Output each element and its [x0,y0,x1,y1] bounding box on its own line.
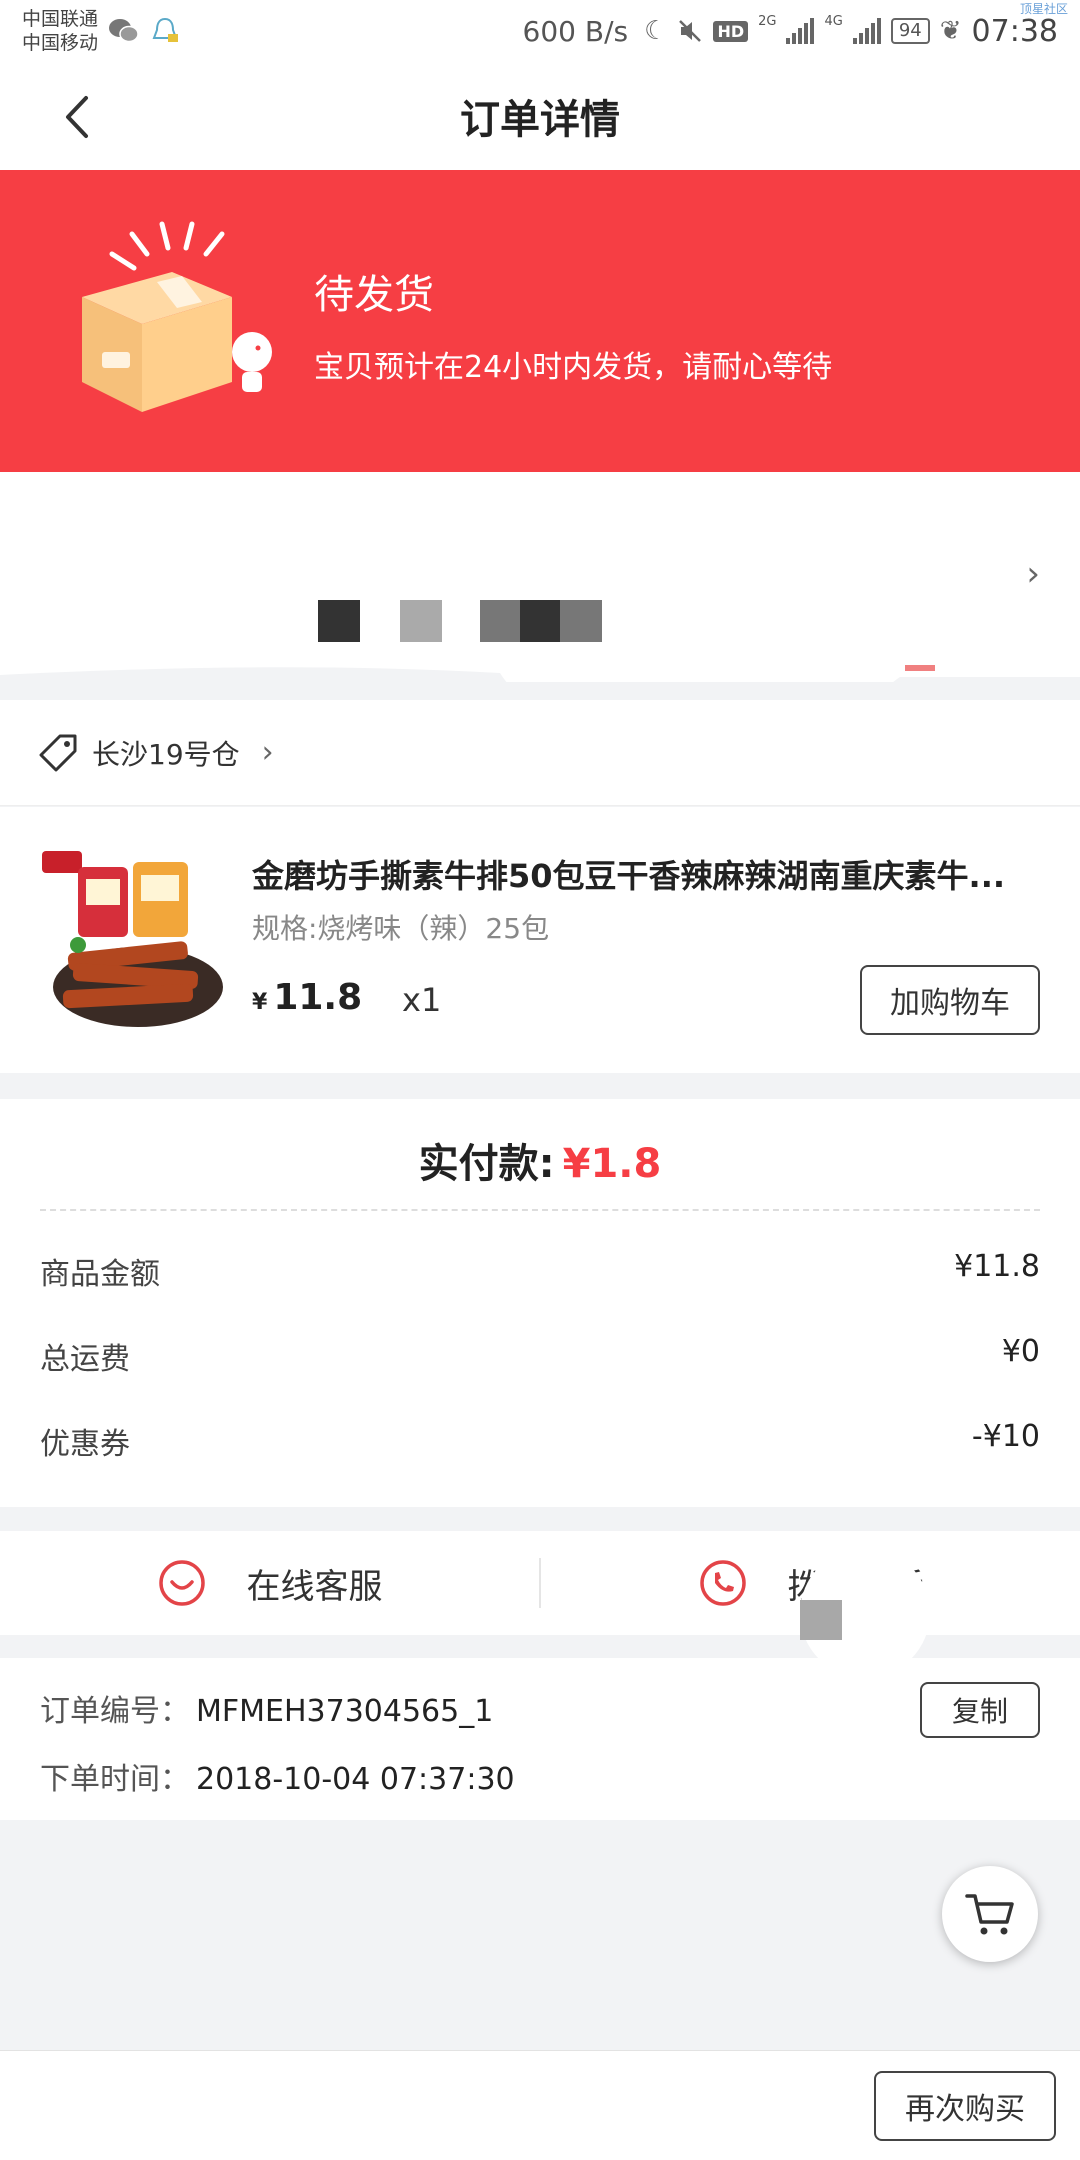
chat-bubble-icon [158,1560,205,1606]
order-time-value: 2018-10-04 07:37:30 [196,1762,515,1797]
mosaic-block [560,600,602,642]
signal-icon [786,18,815,44]
mosaic-block [520,600,560,642]
mute-icon [679,20,702,42]
qq-bell-icon [152,17,179,42]
moon-icon: ☾ [644,16,668,46]
page-title: 订单详情 [460,97,620,143]
pay-row-label: 总运费 [40,1342,130,1377]
net-4g-label: 4G [824,13,843,29]
order-number-value: MFMEH37304565_1 [196,1694,494,1729]
paid-label: 实付款: [418,1141,555,1187]
order-status-title: 待发货 [314,272,434,318]
order-time-label: 下单时间： [40,1762,190,1797]
order-info: 订单编号： MFMEH37304565_1 下单时间： 2018-10-04 07:… [0,1658,1080,1820]
chevron-right-icon[interactable]: › [1026,554,1040,594]
product-image[interactable] [38,847,228,1037]
battery-indicator: 94 [890,18,930,44]
pay-row-label: 商品金额 [40,1257,160,1292]
warehouse-label: 长沙19号仓 [92,737,240,771]
online-service-button[interactable]: 在线客服 [0,1531,539,1635]
back-icon[interactable] [58,92,98,142]
pay-row-goods: 商品金额 ¥11.8 [40,1249,1040,1293]
rebuy-button[interactable]: 再次购买 [874,2071,1056,2141]
status-bar: 中国联通 中国移动 600 B/s ☾ HD 2G 4G 94 ❦ 07:38 … [0,0,1080,62]
carrier-2: 中国移动 [22,32,99,54]
product-price: ¥11.8 [252,977,362,1018]
status-right: 600 B/s ☾ HD 2G 4G 94 ❦ 07:38 [523,14,1058,49]
carrier-info: 中国联通 中国移动 [22,7,98,55]
bottom-action-bar: 再次购买 [0,2050,1080,2160]
signal-icon-2 [852,18,881,44]
clock: 07:38 [971,13,1058,49]
network-speed: 600 B/s [522,14,629,48]
address-section[interactable]: › [0,472,1080,682]
add-to-cart-button[interactable]: 加购物车 [860,965,1040,1035]
net-2g-label: 2G [758,13,777,29]
payment-summary: 实付款: ¥1.8 商品金额 ¥11.8 总运费 ¥0 优惠券 -¥10 [0,1099,1080,1507]
mosaic-block [480,600,522,642]
carrier-1: 中国联通 [22,8,99,30]
pay-row-label: 优惠券 [40,1427,130,1462]
paid-amount: ¥1.8 [562,1141,662,1187]
order-number-label: 订单编号： [40,1694,190,1729]
phone-icon [699,1560,746,1606]
chevron-right-icon: › [261,735,274,770]
tag-icon [39,734,77,771]
pay-row-value: -¥10 [971,1419,1040,1454]
warehouse-row[interactable]: 长沙19号仓 › [0,700,1080,806]
pay-row-coupon: 优惠券 -¥10 [40,1419,1040,1463]
corner-tag: 顶星社区 [1019,2,1068,16]
pay-row-value: ¥0 [1001,1334,1040,1369]
order-time-row: 下单时间： 2018-10-04 07:37:30 [40,1754,515,1798]
order-number-row: 订单编号： MFMEH37304565_1 [40,1686,493,1730]
mosaic-block [318,600,360,642]
package-box-icon [82,221,272,412]
mosaic-block [800,1600,842,1640]
page-header: 订单详情 [0,62,1080,170]
leaf-icon: ❦ [939,16,962,46]
copy-order-number-button[interactable]: 复制 [920,1682,1040,1738]
wechat-icon [109,19,139,43]
price-value: 11.8 [273,977,363,1018]
dashed-divider [40,1209,1040,1211]
floating-cart-button[interactable] [942,1866,1038,1962]
pay-row-shipping: 总运费 ¥0 [40,1334,1040,1378]
product-quantity: x1 [402,981,442,1019]
shopping-cart-icon [965,1894,1014,1935]
mosaic-block [400,600,442,642]
hd-badge: HD [713,20,749,42]
product-card[interactable]: 金磨坊手撕素牛排50包豆干香辣麻辣湖南重庆素牛... 规格:烧烤味（辣）25包 … [0,807,1080,1073]
product-name[interactable]: 金磨坊手撕素牛排50包豆干香辣麻辣湖南重庆素牛... [252,851,1032,897]
status-left: 中国联通 中国移动 [22,7,180,55]
paid-total-row: 实付款: ¥1.8 [0,1131,1080,1189]
currency-symbol: ¥ [252,990,268,1015]
pay-row-value: ¥11.8 [954,1249,1040,1284]
status-banner: 待发货 宝贝预计在24小时内发货，请耐心等待 [0,170,1080,472]
online-service-label: 在线客服 [246,1566,383,1607]
order-status-subtitle: 宝贝预计在24小时内发货，请耐心等待 [314,350,833,385]
product-spec: 规格:烧烤味（辣）25包 [252,912,550,945]
